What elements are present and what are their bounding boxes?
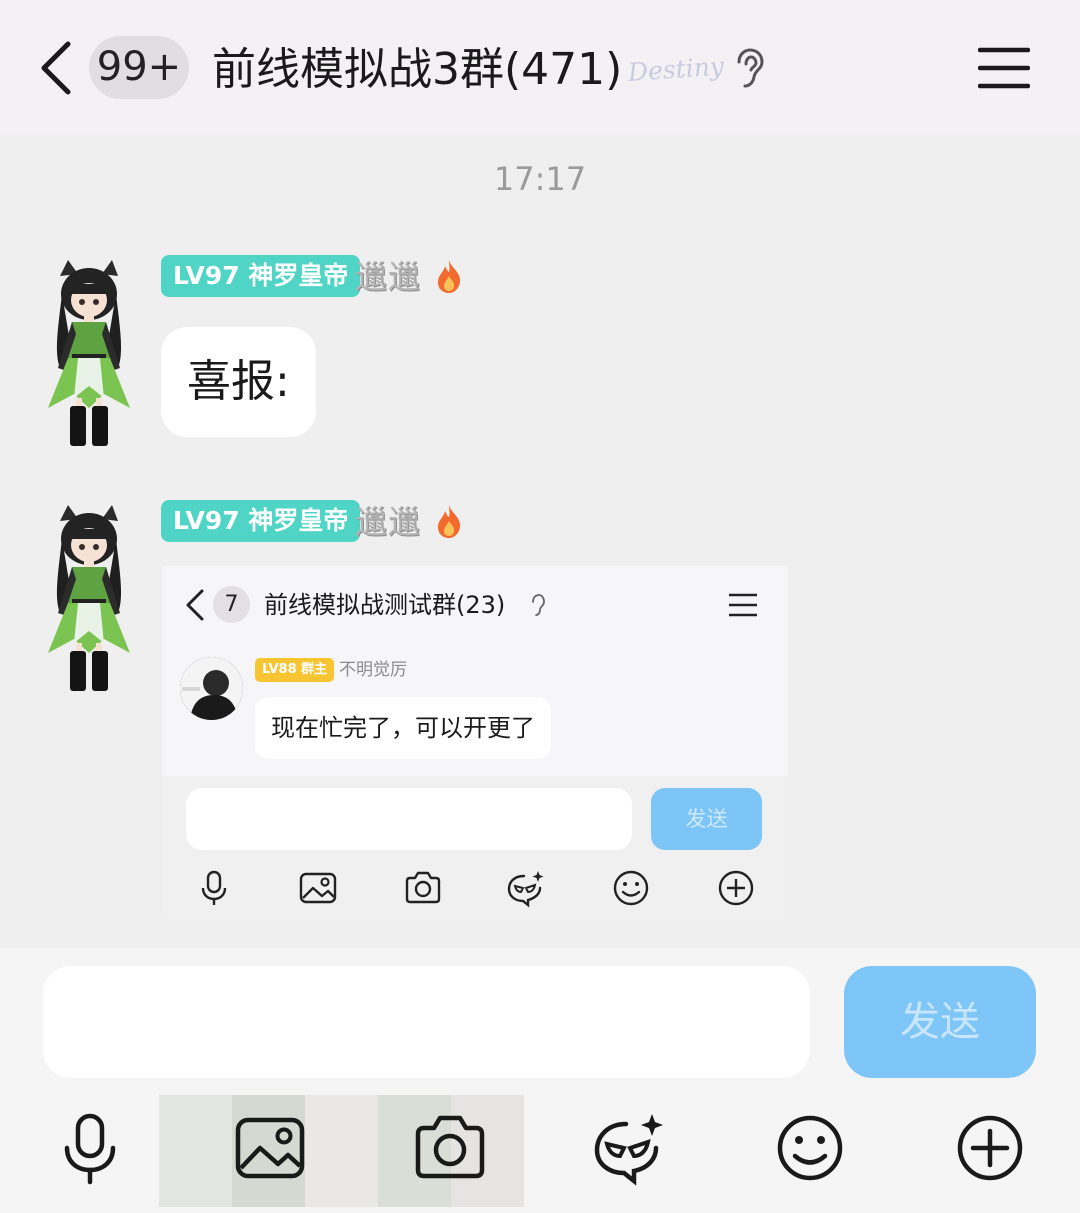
level-badge: LV97 神罗皇帝 [161,255,361,297]
emoji-icon[interactable] [772,1110,848,1186]
sender-nickname[interactable]: 邋邋 [355,256,421,298]
sender-nickname[interactable]: 邋邋 [355,501,421,543]
image-icon [298,868,338,908]
menu-button[interactable] [978,46,1030,90]
embedded-send-button: 发送 [651,788,762,850]
sender-avatar[interactable] [44,503,134,703]
embedded-header: 7 前线模拟战测试群(23) [162,566,788,644]
unread-badge[interactable]: 99+ [89,36,189,99]
sticker-icon[interactable] [592,1110,668,1186]
level-badge: LV97 神罗皇帝 [161,500,361,542]
plus-icon [716,868,756,908]
embedded-message-bubble: 现在忙完了，可以开更了 [255,697,551,759]
chevron-left-icon [41,41,71,95]
send-button[interactable]: 发送 [844,966,1036,1078]
message-input[interactable] [43,966,810,1078]
owner-badge: LV88 群主 [255,658,335,682]
microphone-icon [194,868,234,908]
embedded-group-title: 前线模拟战测试群(23) [264,591,506,619]
hamburger-icon [728,592,758,618]
avatar [180,657,243,720]
embedded-sender-name: 不明觉厉 [339,660,407,680]
group-logo: Destiny [627,51,725,88]
chat-header: 99+ 前线模拟战3群(471) Destiny [0,0,1080,134]
image-message[interactable]: 7 前线模拟战测试群(23) LV88 群主 不明觉厉 现在忙完了，可以开更了 … [162,566,788,926]
embedded-unread-badge: 7 [213,586,250,623]
input-bar: 发送 [0,948,1080,1213]
embedded-chat: LV88 群主 不明觉厉 现在忙完了，可以开更了 [162,644,788,776]
camera-icon[interactable] [412,1110,488,1186]
camera-icon [403,868,443,908]
embedded-input [186,788,632,850]
fire-icon [434,503,464,539]
message-bubble[interactable]: 喜报: [161,327,316,437]
microphone-icon[interactable] [52,1110,128,1186]
chevron-left-icon [184,588,206,622]
plus-icon[interactable] [952,1110,1028,1186]
image-icon[interactable] [232,1110,308,1186]
back-button[interactable] [38,40,78,96]
ear-icon [530,594,546,616]
message-timestamp: 17:17 [493,160,587,198]
sticker-icon [506,868,546,908]
sender-avatar[interactable] [44,258,134,458]
ear-icon[interactable] [732,48,766,88]
fire-icon [434,258,464,294]
emoji-icon [611,868,651,908]
hamburger-icon [978,47,1030,89]
group-title[interactable]: 前线模拟战3群(471) [212,38,622,102]
